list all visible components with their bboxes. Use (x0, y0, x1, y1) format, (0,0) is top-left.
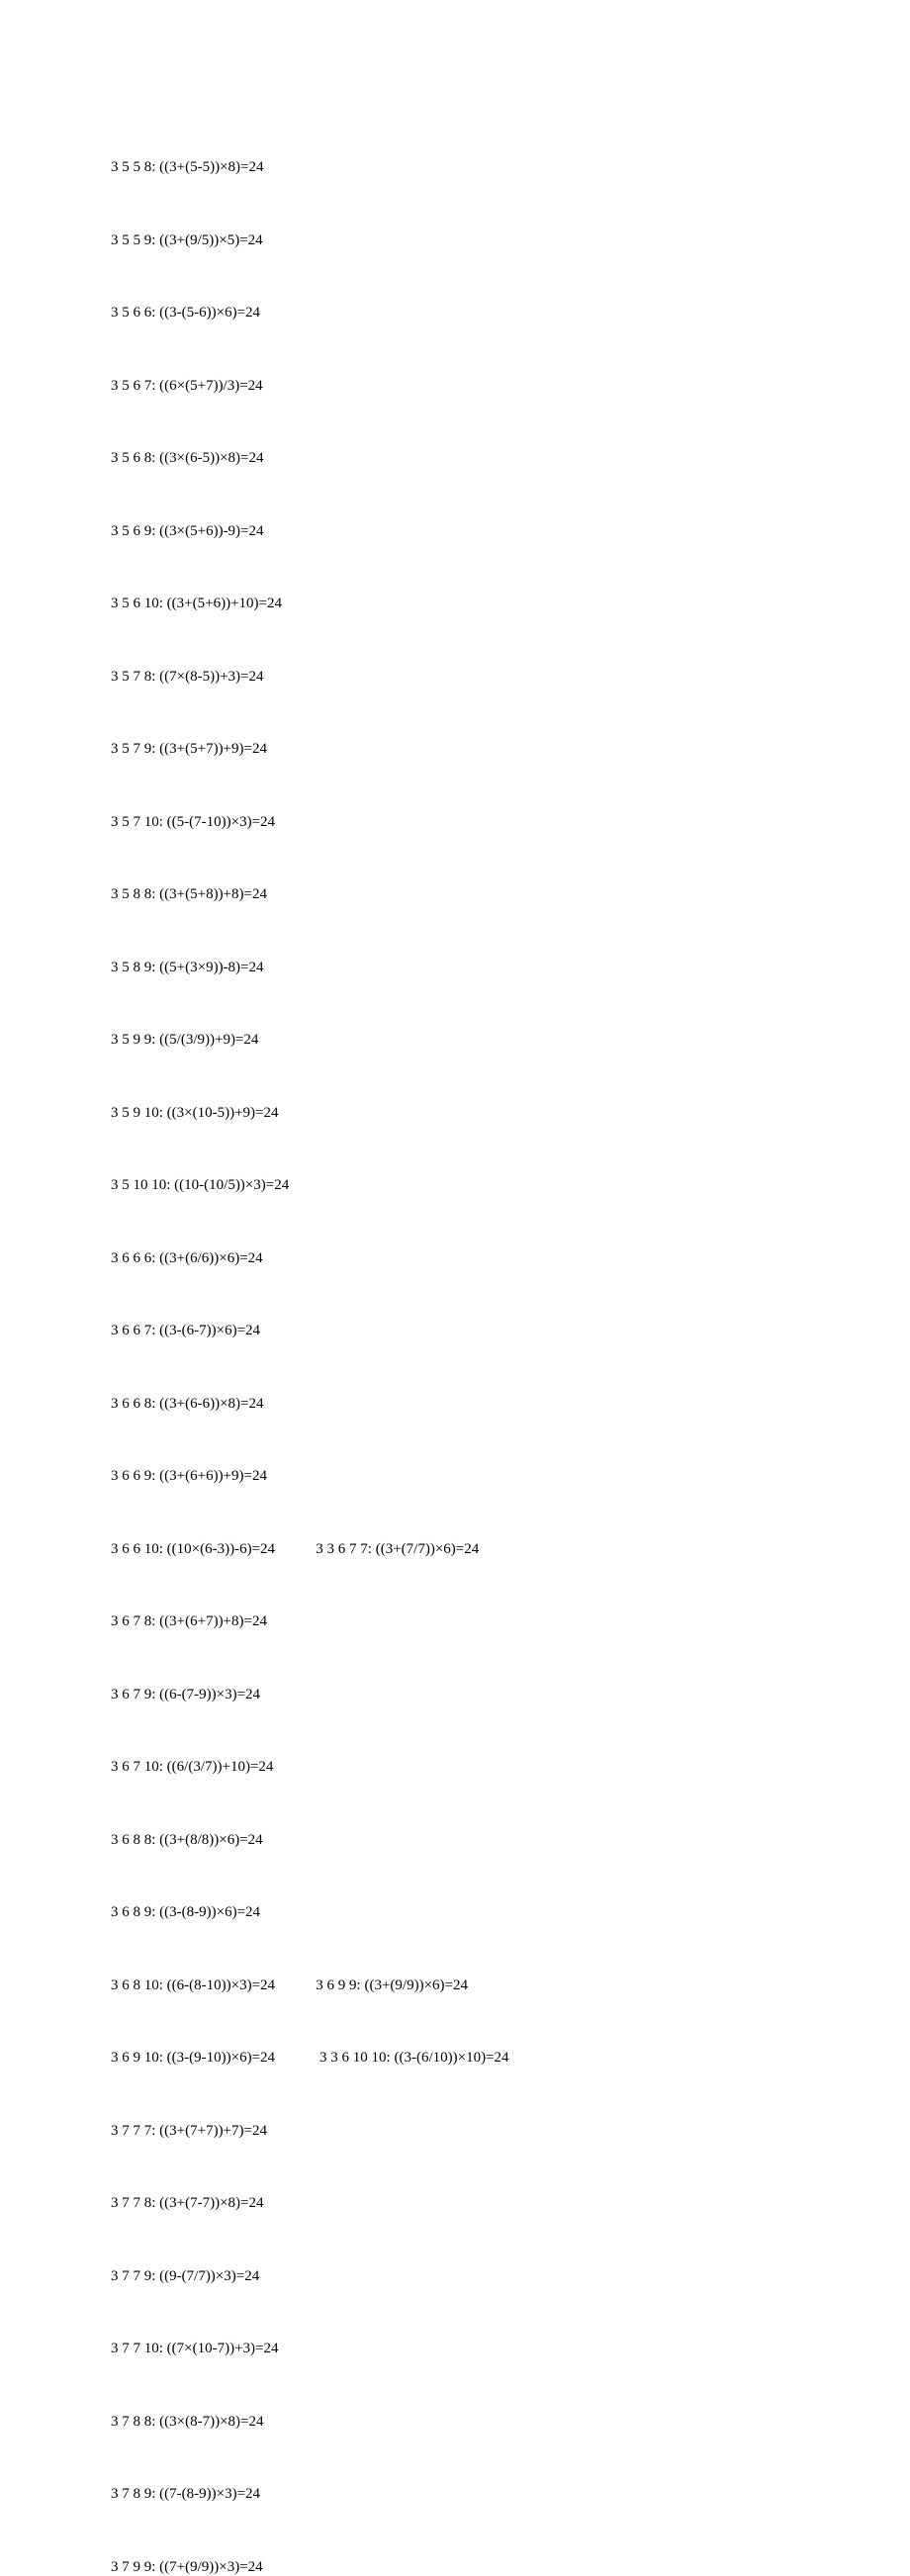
text-line: 3 6 8 9: ((3-(8-9))×6)=24 (111, 1900, 851, 1925)
text-line: 3 5 6 6: ((3-(5-6))×6)=24 (111, 301, 851, 325)
text-line: 3 7 9 9: ((7+(9/9))×3)=24 (111, 2555, 851, 2576)
text-line: 3 5 8 9: ((5+(3×9))-8)=24 (111, 956, 851, 980)
text-line: 3 5 7 9: ((3+(5+7))+9)=24 (111, 737, 851, 762)
text-line: 3 5 7 10: ((5-(7-10))×3)=24 (111, 810, 851, 835)
text-line: 3 7 7 8: ((3+(7-7))×8)=24 (111, 2191, 851, 2216)
text-line: 3 6 6 8: ((3+(6-6))×8)=24 (111, 1392, 851, 1417)
text-line: 3 6 6 6: ((3+(6/6))×6)=24 (111, 1246, 851, 1271)
text-line: 3 7 8 8: ((3×(8-7))×8)=24 (111, 2410, 851, 2435)
text-line: 3 5 6 7: ((6×(5+7))/3)=24 (111, 374, 851, 399)
document-body: 3 5 5 8: ((3+(5-5))×8)=24 3 5 5 9: ((3+(… (0, 0, 910, 2576)
text-line: 3 5 9 9: ((5/(3/9))+9)=24 (111, 1028, 851, 1053)
text-line: 3 6 6 7: ((3-(6-7))×6)=24 (111, 1319, 851, 1343)
text-line: 3 6 6 10: ((10×(6-3))-6)=24 3 3 6 7 7: (… (111, 1537, 851, 1562)
text-line: 3 6 9 10: ((3-(9-10))×6)=24 3 3 6 10 10:… (111, 2046, 851, 2070)
text-line: 3 5 7 8: ((7×(8-5))+3)=24 (111, 665, 851, 690)
text-line: 3 5 9 10: ((3×(10-5))+9)=24 (111, 1101, 851, 1126)
text-line: 3 7 7 7: ((3+(7+7))+7)=24 (111, 2119, 851, 2144)
text-line: 3 6 8 10: ((6-(8-10))×3)=24 3 6 9 9: ((3… (111, 1974, 851, 1998)
text-line: 3 6 8 8: ((3+(8/8))×6)=24 (111, 1828, 851, 1853)
text-line: 3 5 10 10: ((10-(10/5))×3)=24 (111, 1173, 851, 1198)
text-line: 3 6 6 9: ((3+(6+6))+9)=24 (111, 1464, 851, 1489)
text-line: 3 6 7 9: ((6-(7-9))×3)=24 (111, 1683, 851, 1707)
text-line: 3 5 8 8: ((3+(5+8))+8)=24 (111, 882, 851, 907)
text-line: 3 5 5 9: ((3+(9/5))×5)=24 (111, 229, 851, 253)
text-line: 3 7 7 10: ((7×(10-7))+3)=24 (111, 2337, 851, 2361)
text-line: 3 7 7 9: ((9-(7/7))×3)=24 (111, 2264, 851, 2289)
text-line: 3 5 6 9: ((3×(5+6))-9)=24 (111, 519, 851, 544)
text-line: 3 7 8 9: ((7-(8-9))×3)=24 (111, 2482, 851, 2507)
text-line: 3 5 6 8: ((3×(6-5))×8)=24 (111, 446, 851, 471)
text-line: 3 6 7 10: ((6/(3/7))+10)=24 (111, 1755, 851, 1780)
text-line: 3 5 6 10: ((3+(5+6))+10)=24 (111, 592, 851, 616)
text-line: 3 5 5 8: ((3+(5-5))×8)=24 (111, 155, 851, 180)
text-line: 3 6 7 8: ((3+(6+7))+8)=24 (111, 1610, 851, 1634)
